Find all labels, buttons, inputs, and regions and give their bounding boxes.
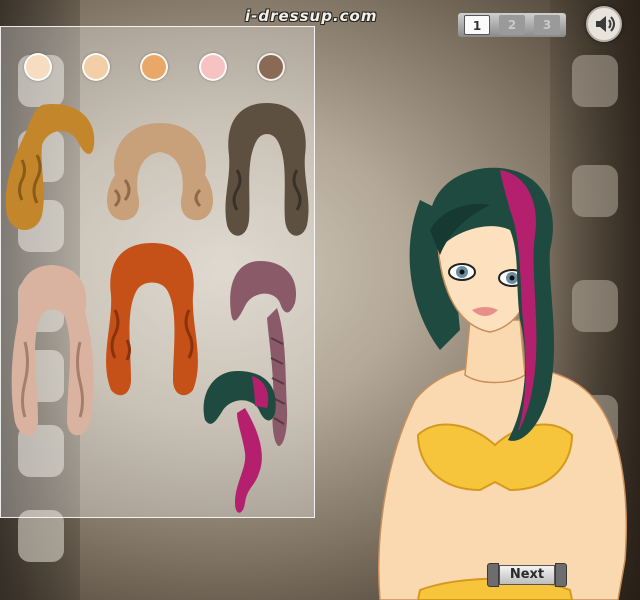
hair-option-pink-pigtails[interactable] (5, 262, 100, 442)
next-button-cap-left (487, 563, 499, 587)
skin-swatch-5[interactable] (257, 53, 285, 81)
page-tabs: 1 2 3 (458, 13, 566, 37)
hair-option-brown-wavy[interactable] (217, 100, 317, 245)
hair-option-green-magenta[interactable] (197, 368, 287, 516)
hair-option-blonde-bob[interactable] (100, 120, 220, 225)
skin-swatch-3[interactable] (140, 53, 168, 81)
page-tab-2[interactable]: 2 (499, 15, 525, 35)
model-right-pupil (509, 275, 515, 281)
next-button[interactable]: Next (487, 563, 567, 587)
speaker-icon (596, 16, 615, 32)
hair-option-red-curly[interactable] (97, 240, 207, 400)
sound-toggle-button[interactable] (586, 6, 622, 42)
skin-swatch-2[interactable] (82, 53, 110, 81)
hair-option-golden-curly[interactable] (2, 100, 102, 240)
film-hole (572, 55, 618, 107)
site-logo: i-dressup.com (245, 7, 378, 25)
model-left-pupil (459, 269, 465, 275)
page-tab-3[interactable]: 3 (534, 15, 560, 35)
skin-swatch-4[interactable] (199, 53, 227, 81)
next-button-label: Next (499, 565, 555, 585)
page-tab-1[interactable]: 1 (464, 15, 490, 35)
next-button-cap-right (555, 563, 567, 587)
skin-swatch-1[interactable] (24, 53, 52, 81)
dressup-model (378, 167, 627, 600)
